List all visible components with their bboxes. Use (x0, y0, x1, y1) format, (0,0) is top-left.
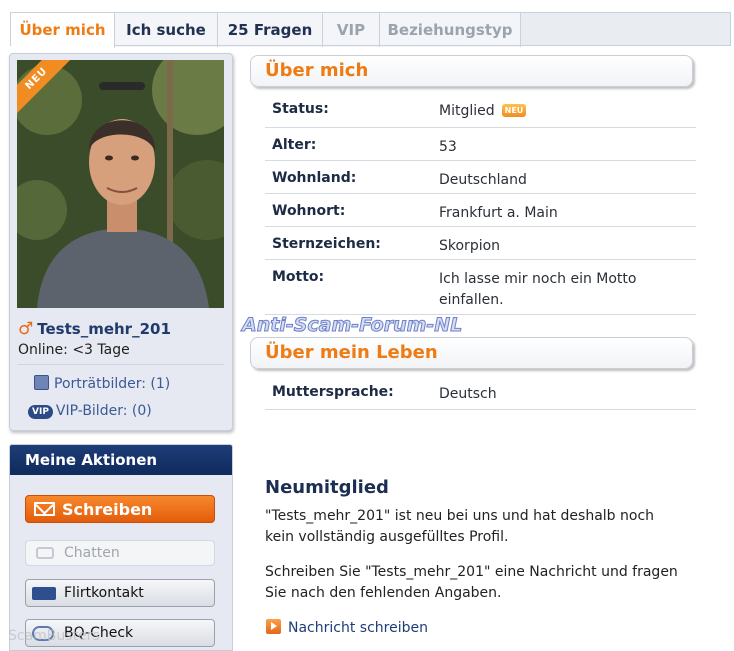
vip-pictures-link[interactable]: VIP VIP-Bilder: (0) (28, 403, 152, 419)
info-value: 53 (439, 139, 457, 155)
info-value: Deutschland (439, 172, 527, 188)
info-value: Ich lasse mir noch ein Motto einfallen. (439, 271, 637, 308)
about-life-list: Muttersprache: Deutsch (265, 375, 696, 410)
chat-button-label: Chatten (64, 545, 120, 561)
watermark-text-bottom: ScamBusters (8, 628, 100, 644)
info-row-country: Wohnland: Deutschland (265, 161, 696, 194)
vip-icon: VIP (28, 405, 53, 419)
info-row-motto: Motto: Ich lasse mir noch ein Motto einf… (265, 260, 696, 315)
section-header-about-me: Über mich (250, 55, 693, 87)
male-symbol-icon: ♂ (18, 319, 34, 339)
new-member-text-1: "Tests_mehr_201" ist neu bei uns und hat… (265, 508, 655, 545)
tab-beziehungstyp: Beziehungstyp (380, 13, 521, 47)
info-key: Muttersprache: (272, 384, 394, 400)
info-value: Skorpion (439, 238, 501, 254)
profile-username[interactable]: ♂ Tests_mehr_201 (18, 319, 171, 339)
info-key: Motto: (272, 269, 325, 285)
profile-tabs: Über mich Ich suche 25 Fragen VIP Bezieh… (10, 12, 731, 48)
new-member-text-2: Schreiben Sie "Tests_mehr_201" eine Nach… (265, 564, 678, 601)
info-key: Sternzeichen: (272, 236, 381, 252)
info-row-zodiac: Sternzeichen: Skorpion (265, 227, 696, 260)
info-row-age: Alter: 53 (265, 128, 696, 161)
vip-pictures-label: VIP-Bilder: (0) (55, 403, 152, 419)
flirt-card-icon (32, 587, 56, 600)
flirt-button-label: Flirtkontakt (64, 585, 144, 601)
info-key: Status: (272, 101, 329, 117)
portrait-icon (34, 375, 49, 390)
portrait-pictures-label: Porträtbilder: (1) (54, 376, 171, 392)
info-key: Wohnland: (272, 170, 357, 186)
my-actions-title: Meine Aktionen (10, 445, 232, 475)
info-key: Wohnort: (272, 203, 346, 219)
new-member-title: Neumitglied (265, 477, 389, 498)
info-row-city: Wohnort: Frankfurt a. Main (265, 194, 696, 227)
tab-ich-suche[interactable]: Ich suche (115, 13, 218, 47)
profile-card: NEU ♂ Tests_mehr_201 Online: <3 Tage Port… (9, 53, 233, 431)
status-value: Mitglied (439, 103, 495, 119)
info-value: Mitglied NEU (439, 101, 527, 122)
portrait-pictures-link[interactable]: Porträtbilder: (1) (34, 375, 170, 392)
write-message-button[interactable]: Schreiben (25, 495, 215, 523)
watermark-text: Anti-Scam-Forum-NL (241, 314, 463, 337)
chat-button: Chatten (25, 540, 215, 566)
username-text[interactable]: Tests_mehr_201 (37, 320, 171, 338)
profile-photo-illustration (17, 60, 224, 308)
play-arrow-icon (266, 619, 281, 634)
flirt-contact-button[interactable]: Flirtkontakt (25, 579, 215, 607)
write-message-link[interactable]: Nachricht schreiben (266, 619, 428, 636)
info-row-status: Status: Mitglied NEU (265, 92, 696, 128)
info-row-native-language: Muttersprache: Deutsch (265, 375, 696, 410)
info-key: Alter: (272, 137, 317, 153)
about-me-list: Status: Mitglied NEU Alter: 53 Wohnland: … (265, 92, 696, 315)
write-message-link-label[interactable]: Nachricht schreiben (288, 620, 428, 636)
card-divider (18, 364, 224, 365)
tab-ueber-mich[interactable]: Über mich (11, 13, 115, 48)
my-actions-panel: Meine Aktionen Schreiben Chatten Flirtko… (9, 444, 233, 651)
tab-baseline (11, 45, 730, 46)
info-value: Deutsch (439, 386, 497, 402)
tab-vip: VIP (323, 13, 380, 47)
tab-25-fragen[interactable]: 25 Fragen (218, 13, 323, 47)
envelope-icon (34, 502, 55, 516)
profile-photo[interactable]: NEU (17, 60, 224, 308)
online-status: Online: <3 Tage (18, 342, 130, 358)
new-badge: NEU (501, 104, 527, 117)
chat-bubble-icon (36, 547, 54, 559)
info-value: Frankfurt a. Main (439, 205, 558, 221)
write-button-label: Schreiben (62, 500, 153, 519)
section-header-about-my-life: Über mein Leben (250, 337, 693, 369)
